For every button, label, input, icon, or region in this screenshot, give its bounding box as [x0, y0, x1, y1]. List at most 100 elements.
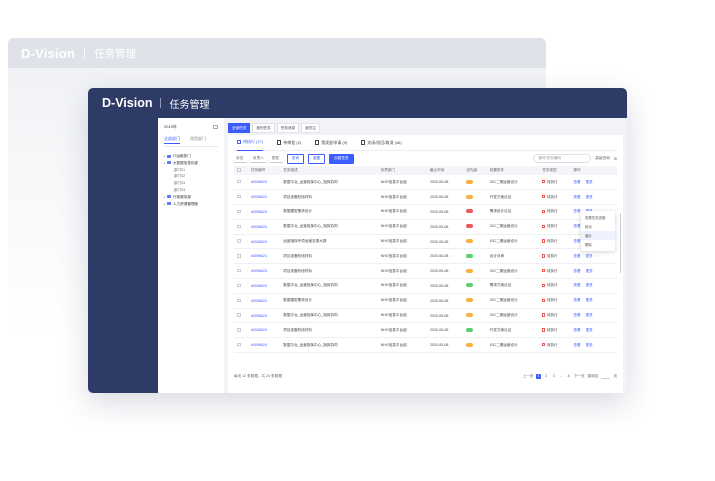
status-select[interactable]: 状态 [234, 155, 247, 163]
row-checkbox-cell[interactable] [234, 248, 248, 265]
header-checkbox[interactable] [234, 166, 248, 175]
status-tab-approval[interactable]: 待审批 (2) [277, 140, 301, 146]
create-task-button[interactable]: 创建任务 [329, 153, 354, 164]
tree-node[interactable]: 部门02 [164, 173, 218, 180]
tab-all-departments[interactable]: 全部部门 [164, 136, 180, 144]
tab-my-tasks[interactable]: 我的任务 [252, 123, 275, 133]
more-link[interactable]: 更多 [586, 283, 593, 287]
table-scrollbar[interactable] [619, 213, 621, 273]
tree-node[interactable]: 部门04 [164, 187, 218, 194]
view-link[interactable]: 查看 [573, 343, 580, 347]
tree-node[interactable]: ▸ 行政服务部 [164, 194, 218, 201]
jump-page-input[interactable] [601, 375, 611, 379]
table-row[interactable]: #0098624 数据模型需求设计 NHG信息平台组 2020-05-08 IOC二期运… [234, 293, 617, 309]
tree-node[interactable]: 部门01 [164, 167, 218, 174]
task-no[interactable]: #0098624 [248, 248, 281, 265]
task-no[interactable]: #0098624 [248, 322, 281, 339]
query-button[interactable]: 查询 [286, 153, 304, 164]
menu-item[interactable]: 删除 [581, 240, 615, 249]
row-checkbox-cell[interactable] [234, 175, 248, 191]
checkbox[interactable] [237, 342, 241, 347]
task-no[interactable]: #0098624 [248, 234, 281, 250]
task-no[interactable]: #0098624 [248, 263, 281, 280]
advanced-search-button[interactable]: 高级查询 [595, 156, 609, 161]
view-link[interactable]: 查看 [573, 180, 580, 184]
task-no[interactable]: #0098624 [248, 175, 281, 191]
view-link[interactable]: 查看 [573, 298, 580, 302]
table-row[interactable]: #0098624 数据平台_运营指挥中心_指挥协同 NHG信息平台组 2020-05-… [234, 278, 617, 294]
checkbox[interactable] [237, 268, 241, 273]
page-button[interactable]: 8 [566, 374, 571, 379]
row-checkbox-cell[interactable] [234, 337, 248, 354]
view-link[interactable]: 查看 [573, 195, 580, 199]
more-link[interactable]: 更多 [586, 180, 593, 184]
table-row[interactable]: #0098624 运营指挥专项运营支撑大屏 NHG信息平台组 2020-05-08 IO… [234, 234, 617, 250]
table-row[interactable]: #0098624 数据模型需求设计 NHG信息平台组 2020-05-08 需求设计论证… [234, 204, 617, 220]
page-button[interactable]: 3 [551, 374, 556, 379]
tree-node[interactable]: 部门03 [164, 180, 218, 187]
row-checkbox-cell[interactable] [234, 189, 248, 206]
menu-item[interactable]: 转派 [581, 222, 615, 231]
checkbox[interactable] [237, 298, 241, 303]
tree-node[interactable]: ▸ IT运维部门 [164, 153, 218, 160]
settings-icon[interactable]: ⚙ [614, 157, 617, 161]
task-no[interactable]: #0098624 [248, 219, 281, 235]
menu-item[interactable]: 查看任务进度 [581, 213, 615, 222]
checkbox[interactable] [237, 239, 241, 243]
row-checkbox-cell[interactable] [234, 308, 248, 324]
task-no[interactable]: #0098624 [248, 337, 281, 354]
view-link[interactable]: 查看 [573, 239, 580, 243]
task-no[interactable]: #0098624 [248, 204, 281, 220]
task-no[interactable]: #0098624 [248, 308, 281, 324]
status-tab-closed[interactable]: 关闭/驳回/取消 (46) [361, 140, 402, 146]
tab-followed[interactable]: 我关注 [301, 123, 320, 133]
more-link[interactable]: 更多 [586, 195, 593, 199]
tab-task-messages[interactable]: 任务消息 [276, 123, 300, 133]
row-checkbox-cell[interactable] [234, 219, 248, 235]
row-checkbox-cell[interactable] [234, 322, 248, 339]
table-row[interactable]: #0098624 项目准备阶段材料 NHG信息平台组 2020-05-08 开发方案论证… [234, 189, 617, 206]
collapse-icon[interactable] [213, 125, 218, 129]
year-select[interactable]: 2019年 [164, 124, 177, 130]
owner-select[interactable]: 负责人 [251, 155, 266, 163]
table-row[interactable]: #0098624 项目准备阶段材料 NHG信息平台组 2020-05-08 设计评审 待执… [234, 248, 617, 265]
more-link[interactable]: 更多 [586, 298, 593, 302]
view-link[interactable]: 查看 [573, 224, 580, 228]
table-row[interactable]: #0098624 数据平台_运营指挥中心_指挥协同 NHG信息平台组 2020-05-… [234, 175, 617, 191]
checkbox[interactable] [237, 283, 241, 288]
more-link[interactable]: 更多 [586, 269, 593, 273]
view-link[interactable]: 查看 [573, 209, 580, 213]
reset-button[interactable]: 重置 [307, 153, 326, 164]
search-input[interactable]: 编号/任务编码 [533, 154, 592, 163]
view-link[interactable]: 查看 [573, 254, 580, 258]
checkbox[interactable] [237, 209, 241, 214]
checkbox[interactable] [237, 328, 241, 332]
prev-page-button[interactable]: 上一页 [523, 374, 534, 379]
view-link[interactable]: 查看 [573, 269, 580, 273]
status-tab-my-requests[interactable]: 我发起申请 (9) [315, 140, 347, 146]
table-row[interactable]: #0098624 数据平台_运营指挥中心_指挥协同 NHG信息平台组 2020-05-… [234, 219, 617, 235]
row-checkbox-cell[interactable] [234, 278, 248, 294]
view-link[interactable]: 查看 [573, 283, 580, 287]
table-row[interactable]: #0098624 项目准备阶段材料 NHG信息平台组 2020-05-08 开发方案论证… [234, 322, 617, 339]
page-button[interactable]: 1 [536, 374, 541, 379]
type-select[interactable]: 类型 [269, 155, 283, 163]
checkbox[interactable] [237, 313, 241, 317]
tree-node[interactable]: ▸ 人力资源管理部 [164, 201, 218, 208]
task-no[interactable]: #0098624 [248, 293, 281, 309]
more-link[interactable]: 更多 [586, 313, 593, 317]
next-page-button[interactable]: 下一页 [574, 374, 585, 379]
checkbox[interactable] [237, 224, 241, 229]
more-link[interactable]: 更多 [586, 328, 593, 332]
tab-all-tasks[interactable]: 全部任务 [228, 123, 251, 133]
more-link[interactable]: 更多 [586, 254, 593, 258]
task-no[interactable]: #0098624 [248, 278, 281, 294]
checkbox[interactable] [237, 179, 241, 184]
task-no[interactable]: #0098624 [248, 189, 281, 206]
row-checkbox-cell[interactable] [234, 204, 248, 220]
view-link[interactable]: 查看 [573, 313, 580, 317]
row-checkbox-cell[interactable] [234, 293, 248, 309]
status-tab-pending[interactable]: 待执行 (27) [237, 135, 264, 151]
table-row[interactable]: #0098624 数据平台_运营指挥中心_指挥协同 NHG信息平台组 2020-05-… [234, 337, 617, 354]
view-link[interactable]: 查看 [573, 328, 580, 332]
